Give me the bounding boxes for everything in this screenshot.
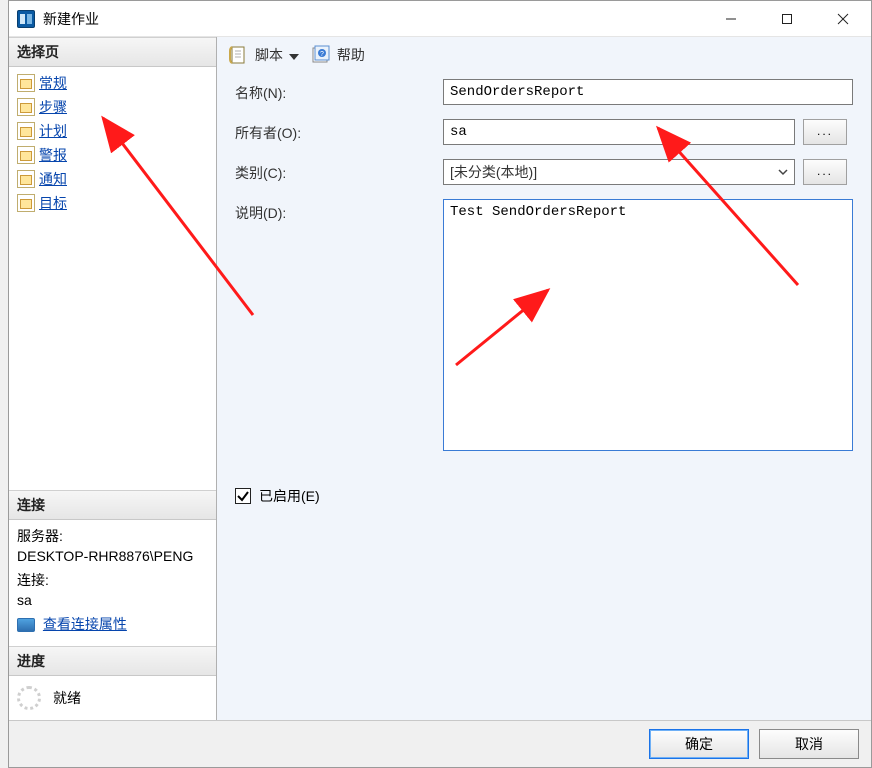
nav-item-steps[interactable]: 步骤: [13, 95, 212, 119]
view-connection-properties-link[interactable]: 查看连接属性: [43, 616, 127, 632]
server-label: 服务器:: [17, 526, 208, 546]
nav-item-general[interactable]: 常规: [13, 71, 212, 95]
cancel-button[interactable]: 取消: [759, 729, 859, 759]
ok-label: 确定: [685, 734, 713, 754]
page-icon: [17, 194, 35, 212]
nav-item-notifications[interactable]: 通知: [13, 167, 212, 191]
close-icon: [837, 13, 849, 25]
name-label: 名称(N):: [235, 79, 435, 103]
main-panel: 脚本 ? 帮助 名称(N): 所有者(O): ... 类别(C):: [217, 37, 871, 720]
app-icon: [17, 10, 35, 28]
description-textarea[interactable]: [443, 199, 853, 451]
script-label: 脚本: [255, 47, 283, 63]
help-icon: ?: [311, 45, 331, 65]
connection-value: sa: [17, 592, 208, 608]
spinner-icon: [17, 686, 41, 710]
help-button[interactable]: 帮助: [337, 45, 365, 65]
page-icon: [17, 74, 35, 92]
page-icon: [17, 122, 35, 140]
nav-label: 步骤: [39, 97, 67, 117]
sidebar: 选择页 常规 步骤 计划 警报: [9, 37, 217, 720]
connection-header: 连接: [9, 490, 216, 520]
script-icon: [229, 45, 249, 65]
category-select[interactable]: [443, 159, 795, 185]
page-icon: [17, 170, 35, 188]
toolbar: 脚本 ? 帮助: [217, 37, 871, 75]
chevron-down-icon: [289, 54, 299, 60]
progress-status: 就绪: [53, 688, 81, 708]
window-title: 新建作业: [43, 9, 99, 29]
nav-item-schedules[interactable]: 计划: [13, 119, 212, 143]
dialog-window: 新建作业 选择页 常规 步骤: [8, 0, 872, 768]
checkmark-icon: [236, 489, 250, 503]
ok-button[interactable]: 确定: [649, 729, 749, 759]
connection-label: 连接:: [17, 570, 208, 590]
owner-browse-button[interactable]: ...: [803, 119, 847, 145]
name-input[interactable]: [443, 79, 853, 105]
nav-item-targets[interactable]: 目标: [13, 191, 212, 215]
progress-header: 进度: [9, 646, 216, 676]
titlebar[interactable]: 新建作业: [9, 1, 871, 37]
nav-label: 计划: [39, 121, 67, 141]
close-button[interactable]: [815, 1, 871, 37]
button-bar: 确定 取消: [9, 720, 871, 767]
svg-text:?: ?: [320, 51, 324, 58]
minimize-icon: [725, 13, 737, 25]
minimize-button[interactable]: [703, 1, 759, 37]
server-value: DESKTOP-RHR8876\PENG: [17, 548, 208, 564]
nav-item-alerts[interactable]: 警报: [13, 143, 212, 167]
enabled-label: 已启用(E): [259, 486, 320, 506]
enabled-row: 已启用(E): [217, 468, 871, 506]
connection-block: 服务器: DESKTOP-RHR8876\PENG 连接: sa 查看连接属性: [9, 520, 216, 646]
owner-label: 所有者(O):: [235, 119, 435, 143]
nav-label: 常规: [39, 73, 67, 93]
page-nav-list: 常规 步骤 计划 警报 通知: [9, 67, 216, 223]
connection-properties-icon: [17, 618, 35, 632]
category-label: 类别(C):: [235, 159, 435, 183]
select-page-header: 选择页: [9, 37, 216, 67]
page-icon: [17, 98, 35, 116]
form-grid: 名称(N): 所有者(O): ... 类别(C): ... 说明(D):: [217, 75, 871, 468]
content-row: 选择页 常规 步骤 计划 警报: [9, 37, 871, 720]
cancel-label: 取消: [795, 734, 823, 754]
nav-label: 目标: [39, 193, 67, 213]
maximize-icon: [781, 13, 793, 25]
nav-label: 通知: [39, 169, 67, 189]
description-label: 说明(D):: [235, 199, 435, 223]
maximize-button[interactable]: [759, 1, 815, 37]
progress-block: 就绪: [9, 676, 216, 720]
owner-input[interactable]: [443, 119, 795, 145]
enabled-checkbox[interactable]: [235, 488, 251, 504]
script-dropdown[interactable]: 脚本: [255, 45, 305, 65]
nav-label: 警报: [39, 145, 67, 165]
category-browse-button[interactable]: ...: [803, 159, 847, 185]
page-icon: [17, 146, 35, 164]
